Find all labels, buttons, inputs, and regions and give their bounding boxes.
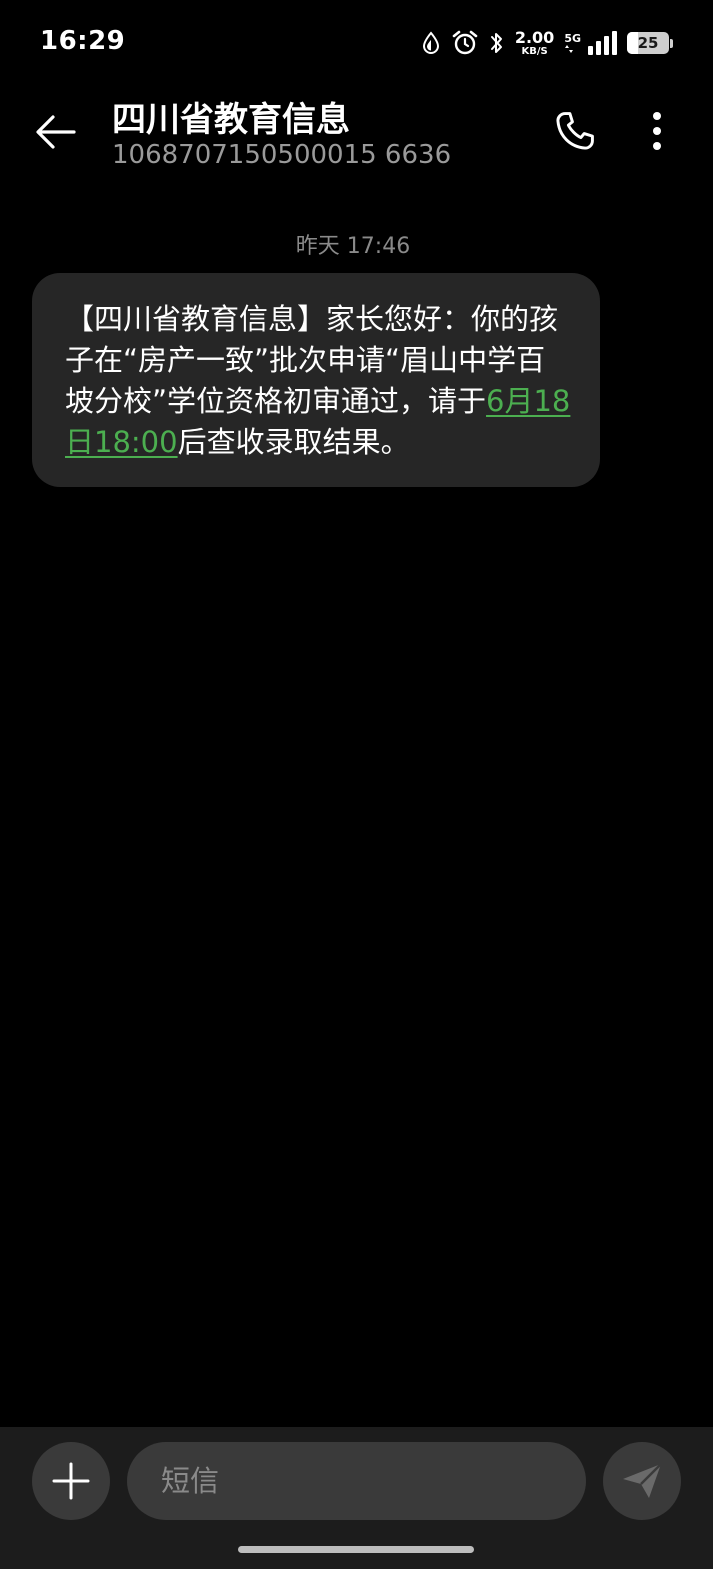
message-bubble[interactable]: 【四川省教育信息】家长您好：你的孩子在“房产一致”批次申请“眉山中学百坡分校”学…: [32, 273, 600, 487]
composer-bar: [0, 1427, 713, 1569]
status-time: 16:29: [40, 26, 126, 56]
data-arrows-icon: [564, 44, 574, 54]
bluetooth-icon: [489, 30, 505, 56]
message-text-before: 【四川省教育信息】家长您好：你的孩子在“房产一致”批次申请“眉山中学百坡分校”学…: [65, 302, 559, 418]
home-indicator[interactable]: [238, 1546, 474, 1553]
arrow-left-icon: [36, 115, 76, 149]
send-icon: [623, 1463, 662, 1498]
contact-number: 1068707150500015 6636: [112, 140, 452, 170]
network-speed-value: 2.00: [514, 27, 555, 47]
add-attachment-button[interactable]: [32, 1442, 110, 1520]
battery-level: 25: [637, 34, 659, 52]
status-bar: 16:29 2.00 KB/S 5G 25: [0, 0, 713, 86]
phone-icon: [556, 112, 594, 150]
contact-name: 四川省教育信息: [112, 100, 350, 140]
message-input[interactable]: [127, 1442, 586, 1520]
conversation-header: 四川省教育信息 1068707150500015 6636: [0, 86, 713, 186]
network-type: 5G: [564, 33, 581, 54]
signal-icon: [587, 31, 617, 55]
back-button[interactable]: [30, 106, 82, 158]
plus-icon: [52, 1462, 90, 1500]
message-text-after: 后查收录取结果。: [177, 425, 410, 459]
battery-fill: [627, 32, 638, 54]
more-vertical-icon: [653, 112, 661, 150]
alarm-icon: [451, 30, 479, 56]
call-button[interactable]: [548, 104, 602, 158]
network-speed-unit: KB/S: [521, 45, 548, 57]
network-type-label: 5G: [564, 31, 581, 45]
more-options-button[interactable]: [634, 104, 680, 158]
battery-tip: [670, 38, 673, 48]
network-speed: 2.00 KB/S: [514, 27, 555, 57]
message-timestamp: 昨天 17:46: [295, 234, 411, 259]
status-icons: 2.00 KB/S 5G 25: [421, 27, 673, 59]
data-saver-icon: [421, 31, 441, 55]
send-button[interactable]: [603, 1442, 681, 1520]
battery-icon: 25: [627, 32, 669, 54]
